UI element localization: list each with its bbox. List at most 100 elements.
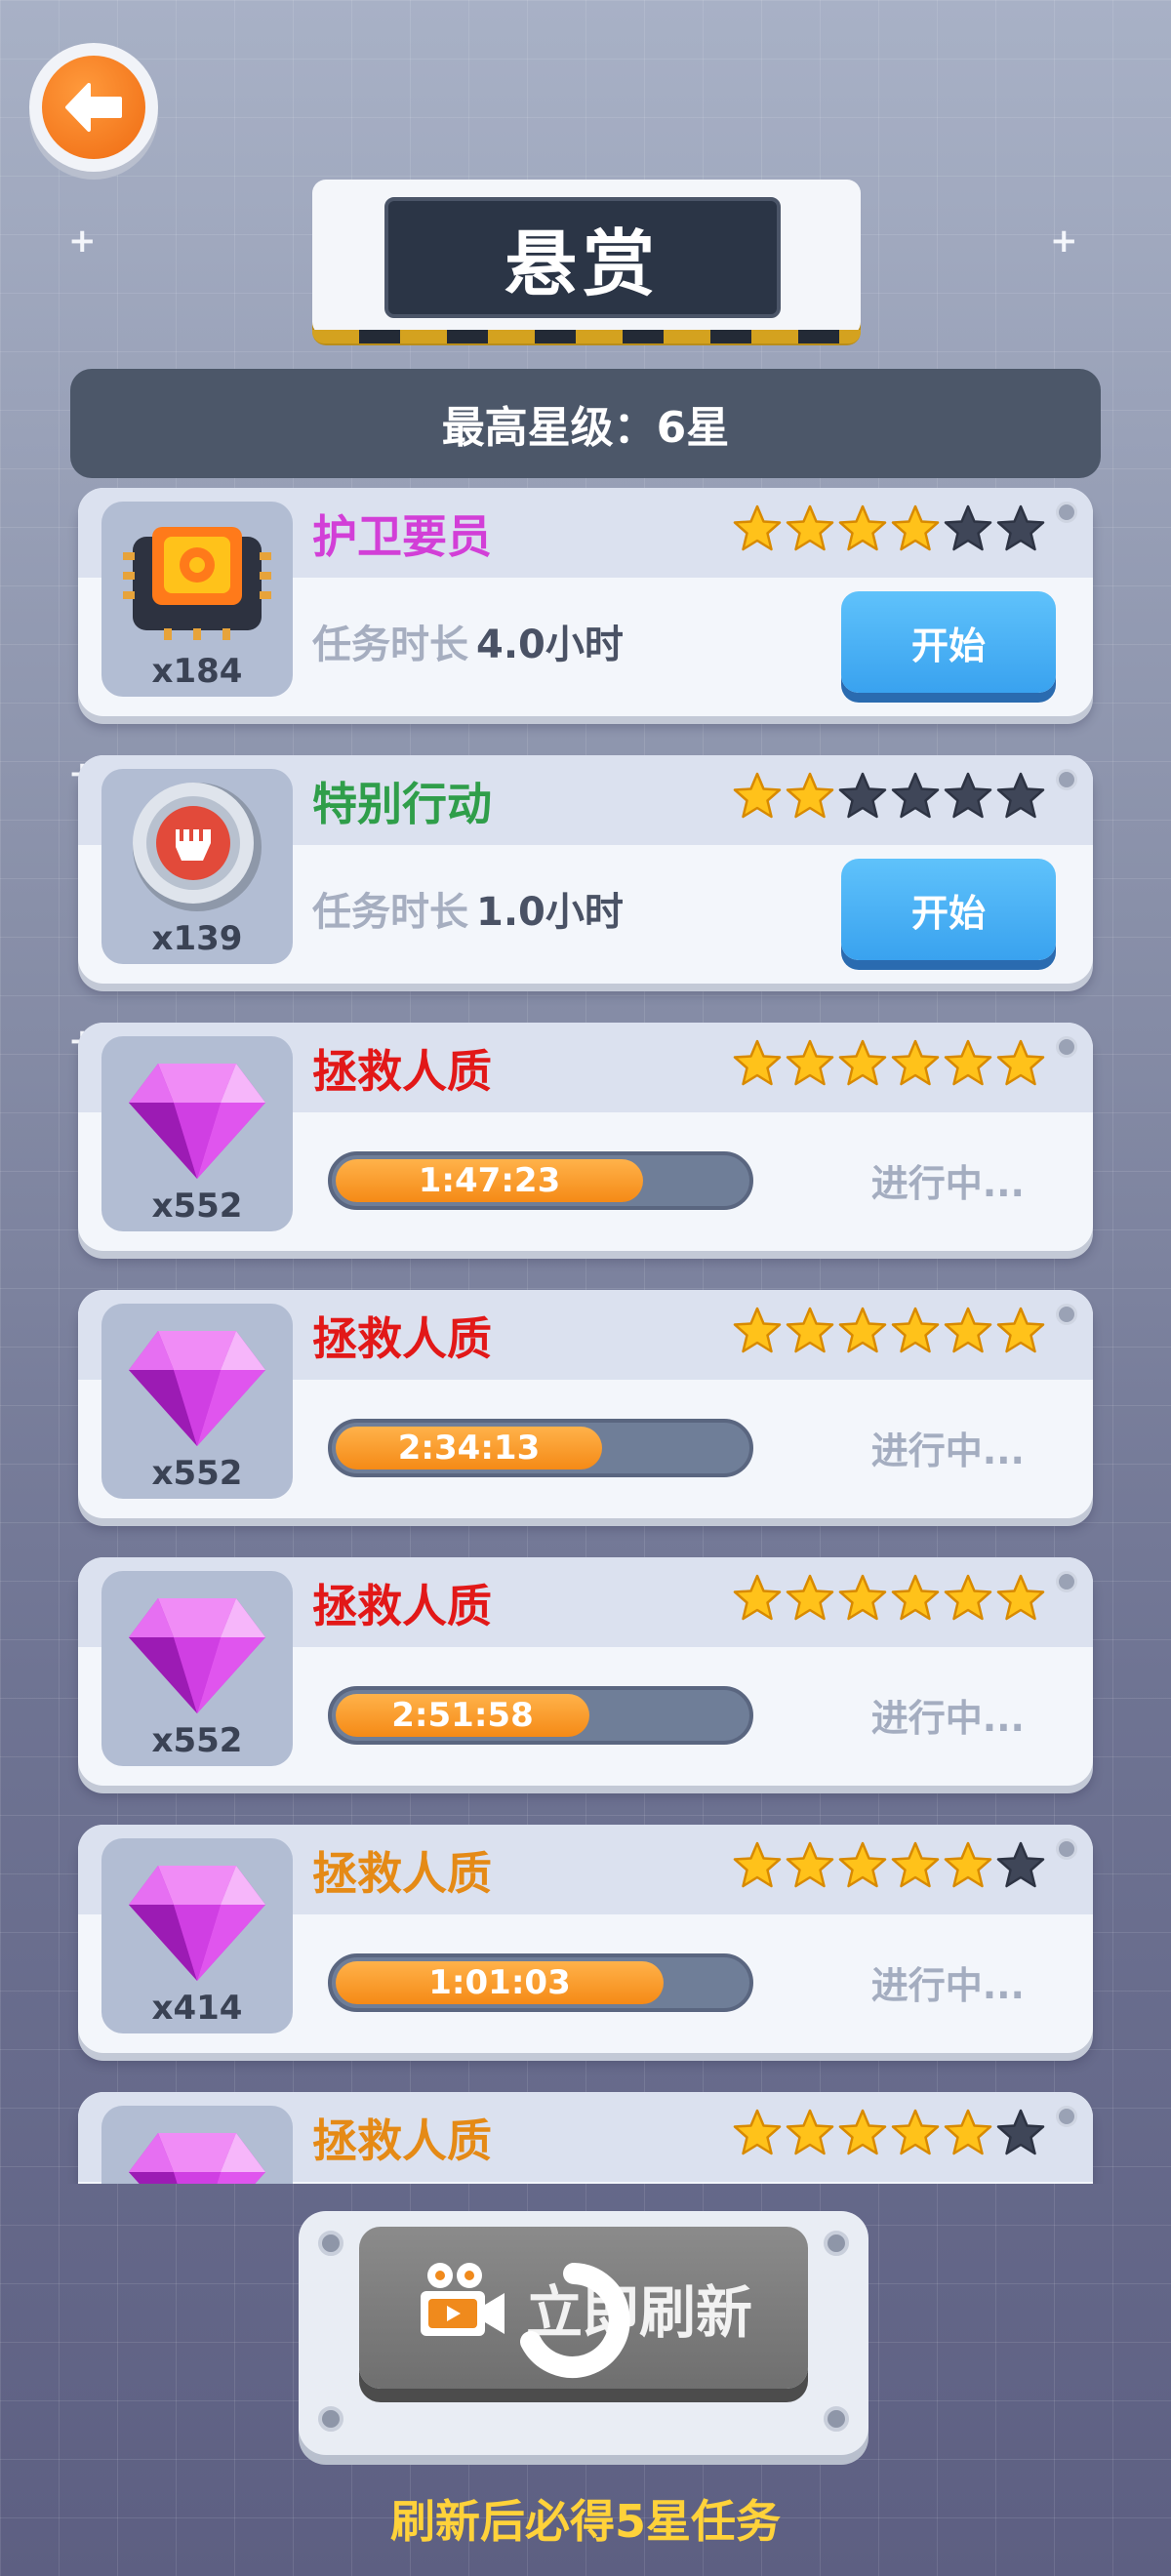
star-rating	[732, 1038, 1046, 1089]
mission-list[interactable]: x184 护卫要员 任务时长 4.0小时 开始 x139 特别行动 任务时长 1.0小时 开始 x5…	[0, 488, 1171, 2184]
loading-spinner-icon	[515, 2262, 632, 2379]
sparkle-icon: +	[1050, 221, 1078, 261]
duration-label: 任务时长	[312, 623, 468, 667]
star-filled-icon	[786, 772, 834, 819]
reward-count: x414	[151, 1989, 243, 2028]
star-filled-icon	[891, 1307, 940, 1353]
card-rivet-icon	[1056, 769, 1077, 790]
star-filled-icon	[944, 1841, 992, 1888]
refresh-hint: 刷新后必得5星任务	[389, 2495, 781, 2548]
duration-value: 4.0小时	[476, 623, 624, 667]
star-rating	[732, 503, 1046, 554]
mission-name: 护卫要员	[312, 510, 492, 563]
star-filled-icon	[733, 1307, 782, 1353]
star-filled-icon	[786, 1841, 834, 1888]
star-filled-icon	[786, 1039, 834, 1086]
star-rating	[732, 1840, 1046, 1891]
reward-slot: x552	[101, 1036, 293, 1231]
star-rating	[732, 1573, 1046, 1624]
star-empty-icon	[838, 772, 887, 819]
star-filled-icon	[838, 2109, 887, 2155]
mission-duration: 任务时长 4.0小时	[312, 613, 624, 669]
mission-duration: 任务时长 1.0小时	[312, 880, 624, 937]
reward-slot	[101, 2106, 293, 2184]
star-empty-icon	[891, 772, 940, 819]
title-screen: 悬赏	[384, 197, 781, 318]
countdown-timer: 1:47:23	[418, 1161, 561, 1200]
mission-status: 进行中...	[870, 1429, 1025, 1472]
mission-card[interactable]: x552 拯救人质 1:47:23 进行中...	[78, 1023, 1093, 1251]
card-rivet-icon	[1056, 1036, 1077, 1058]
star-filled-icon	[891, 2109, 940, 2155]
star-filled-icon	[786, 1574, 834, 1621]
star-filled-icon	[786, 1307, 834, 1353]
bolt-icon	[824, 2406, 849, 2432]
star-filled-icon	[891, 1574, 940, 1621]
mission-status: 进行中...	[870, 1964, 1025, 2007]
start-mission-button[interactable]: 开始	[841, 859, 1056, 960]
star-rating	[732, 1306, 1046, 1356]
mission-name: 拯救人质	[312, 2114, 492, 2167]
star-filled-icon	[733, 1039, 782, 1086]
mission-card[interactable]: 拯救人质	[78, 2092, 1093, 2184]
mission-name: 特别行动	[312, 778, 492, 830]
star-filled-icon	[838, 1039, 887, 1086]
mission-card[interactable]: x552 拯救人质 2:34:13 进行中...	[78, 1290, 1093, 1518]
bolt-icon	[824, 2231, 849, 2256]
mission-name: 拯救人质	[312, 1312, 492, 1365]
mission-card[interactable]: x184 护卫要员任务时长 4.0小时 开始	[78, 488, 1093, 716]
star-filled-icon	[733, 504, 782, 551]
bolt-icon	[318, 2406, 343, 2432]
star-filled-icon	[891, 1039, 940, 1086]
start-mission-button[interactable]: 开始	[841, 591, 1056, 693]
star-filled-icon	[996, 1307, 1045, 1353]
star-filled-icon	[996, 1574, 1045, 1621]
reward-slot: x184	[101, 502, 293, 697]
hazard-stripe	[312, 330, 861, 343]
bolt-icon	[318, 2231, 343, 2256]
star-filled-icon	[944, 1574, 992, 1621]
star-filled-icon	[838, 1841, 887, 1888]
reward-count: x552	[151, 1454, 243, 1493]
countdown-timer: 1:01:03	[428, 1963, 571, 2002]
card-rivet-icon	[1056, 1838, 1077, 1860]
mission-status: 进行中...	[870, 1697, 1025, 1740]
back-button[interactable]	[29, 43, 158, 172]
duration-label: 任务时长	[312, 890, 468, 935]
mission-name: 拯救人质	[312, 1045, 492, 1098]
star-rating	[732, 2108, 1046, 2158]
star-empty-icon	[996, 2109, 1045, 2155]
reward-count: x139	[151, 919, 243, 958]
star-filled-icon	[733, 1841, 782, 1888]
star-filled-icon	[786, 2109, 834, 2155]
star-rating	[732, 771, 1046, 822]
sparkle-icon: +	[68, 221, 97, 261]
star-filled-icon	[944, 1307, 992, 1353]
max-star-label: 最高星级：6星	[441, 403, 730, 453]
star-filled-icon	[733, 1574, 782, 1621]
mission-name: 拯救人质	[312, 1847, 492, 1900]
mission-name: 拯救人质	[312, 1580, 492, 1632]
mission-progress-bar: 1:01:03	[328, 1953, 753, 2012]
mission-card[interactable]: x552 拯救人质 2:51:58 进行中...	[78, 1557, 1093, 1786]
card-rivet-icon	[1056, 2106, 1077, 2127]
star-filled-icon	[891, 1841, 940, 1888]
video-camera-icon	[415, 2260, 508, 2355]
mission-card[interactable]: x139 特别行动任务时长 1.0小时 开始	[78, 755, 1093, 984]
star-filled-icon	[838, 504, 887, 551]
star-filled-icon	[944, 1039, 992, 1086]
card-rivet-icon	[1056, 1304, 1077, 1325]
star-empty-icon	[944, 772, 992, 819]
star-empty-icon	[996, 1841, 1045, 1888]
mission-card[interactable]: x414 拯救人质 1:01:03 进行中...	[78, 1825, 1093, 2053]
reward-count: x552	[151, 1187, 243, 1226]
star-filled-icon	[838, 1307, 887, 1353]
max-star-banner: 最高星级：6星	[70, 369, 1101, 478]
refresh-plate: 立即刷新	[299, 2211, 868, 2455]
title-plate: 悬赏	[312, 180, 861, 343]
star-filled-icon	[891, 504, 940, 551]
duration-value: 1.0小时	[476, 890, 624, 935]
countdown-timer: 2:34:13	[397, 1429, 541, 1468]
page-title: 悬赏	[505, 221, 661, 306]
reward-count: x552	[151, 1721, 243, 1760]
